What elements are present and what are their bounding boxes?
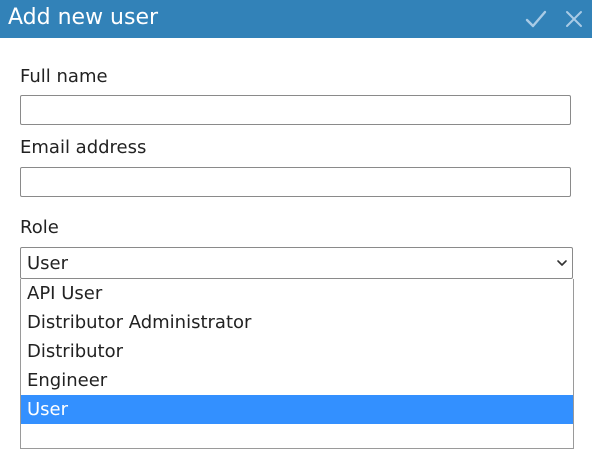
email-label: Email address [20,137,147,158]
role-dropdown-list: API User Distributor Administrator Distr… [20,279,574,449]
role-select[interactable]: User [20,247,573,279]
role-option-distributor[interactable]: Distributor [21,337,573,366]
role-option-engineer[interactable]: Engineer [21,366,573,395]
role-option-user[interactable]: User [21,395,573,424]
dialog-titlebar: Add new user [0,0,592,38]
checkmark-icon [525,10,547,28]
close-icon [566,11,582,27]
role-option-distributor-administrator[interactable]: Distributor Administrator [21,308,573,337]
full-name-input[interactable] [20,95,571,125]
email-input[interactable] [20,167,571,197]
role-label: Role [20,217,59,238]
full-name-label: Full name [20,66,108,87]
close-button[interactable] [562,7,586,31]
dialog-title: Add new user [8,5,159,30]
role-option-api-user[interactable]: API User [21,279,573,308]
chevron-down-icon [557,260,567,266]
role-select-value: User [27,253,69,274]
confirm-button[interactable] [524,7,548,31]
